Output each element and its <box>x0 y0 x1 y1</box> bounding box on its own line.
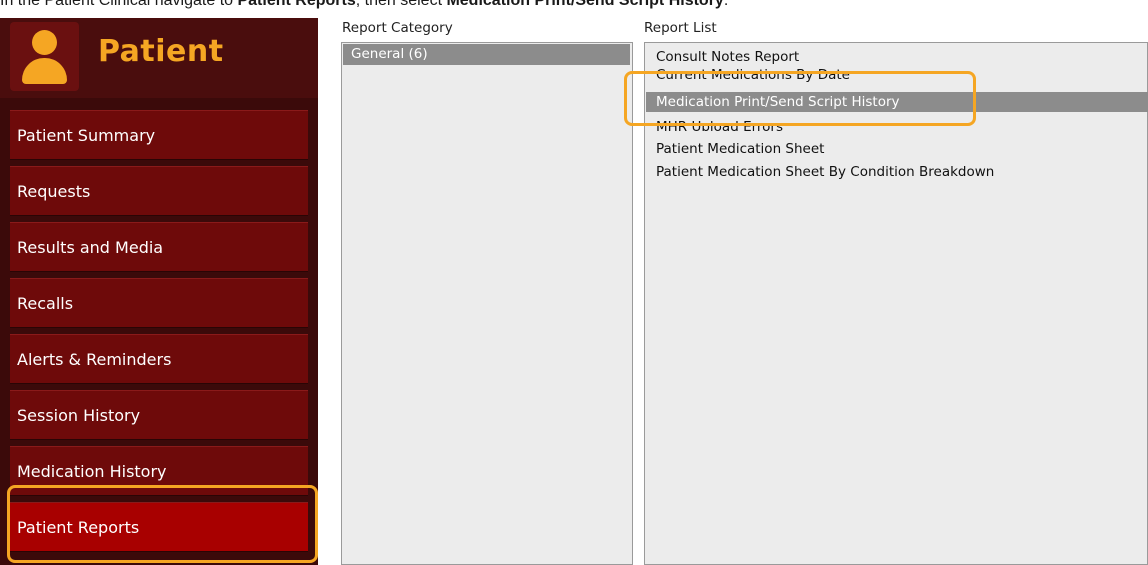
report-item-patient-medication-sheet[interactable]: Patient Medication Sheet <box>656 139 824 159</box>
report-item-medication-sheet-by-condition[interactable]: Patient Medication Sheet By Condition Br… <box>656 162 994 182</box>
report-item-current-medications[interactable]: Current Medications By Date <box>656 68 850 82</box>
patient-person-icon <box>10 22 79 91</box>
report-list-label: Report List <box>644 20 717 36</box>
instruction-text: In the Patient Clinical navigate to Pati… <box>0 0 728 10</box>
report-item-mhr-upload-errors[interactable]: MHR Upload Errors <box>656 118 783 131</box>
category-item-general[interactable]: General (6) <box>343 44 630 65</box>
sidebar-item-patient-summary[interactable]: Patient Summary <box>10 110 308 160</box>
sidebar-item-results-and-media[interactable]: Results and Media <box>10 222 308 272</box>
instruction-bold-patient-reports: Patient Reports <box>237 0 356 9</box>
sidebar-header: Patient <box>0 18 318 98</box>
report-list-panel: Consult Notes Report Current Medications… <box>644 42 1148 565</box>
report-category-panel: General (6) <box>341 42 633 565</box>
sidebar-title: Patient <box>98 34 224 69</box>
report-item-consult-notes[interactable]: Consult Notes Report <box>656 47 799 67</box>
instruction-prefix: In the Patient Clinical navigate to <box>0 0 238 9</box>
instruction-suffix: . <box>723 0 729 9</box>
instruction-middle: , then select <box>355 0 447 9</box>
report-category-label: Report Category <box>342 20 453 36</box>
instruction-bold-report: Medication Print/Send Script History <box>446 0 724 9</box>
sidebar-item-session-history[interactable]: Session History <box>10 390 308 440</box>
sidebar-item-patient-reports[interactable]: Patient Reports <box>10 502 308 552</box>
patient-sidebar: Patient Patient Summary Requests Results… <box>0 18 318 565</box>
sidebar-item-requests[interactable]: Requests <box>10 166 308 216</box>
sidebar-item-medication-history[interactable]: Medication History <box>10 446 308 496</box>
report-item-medication-print-send-script-history[interactable]: Medication Print/Send Script History <box>646 92 1148 112</box>
sidebar-item-recalls[interactable]: Recalls <box>10 278 308 328</box>
sidebar-item-alerts-reminders[interactable]: Alerts & Reminders <box>10 334 308 384</box>
